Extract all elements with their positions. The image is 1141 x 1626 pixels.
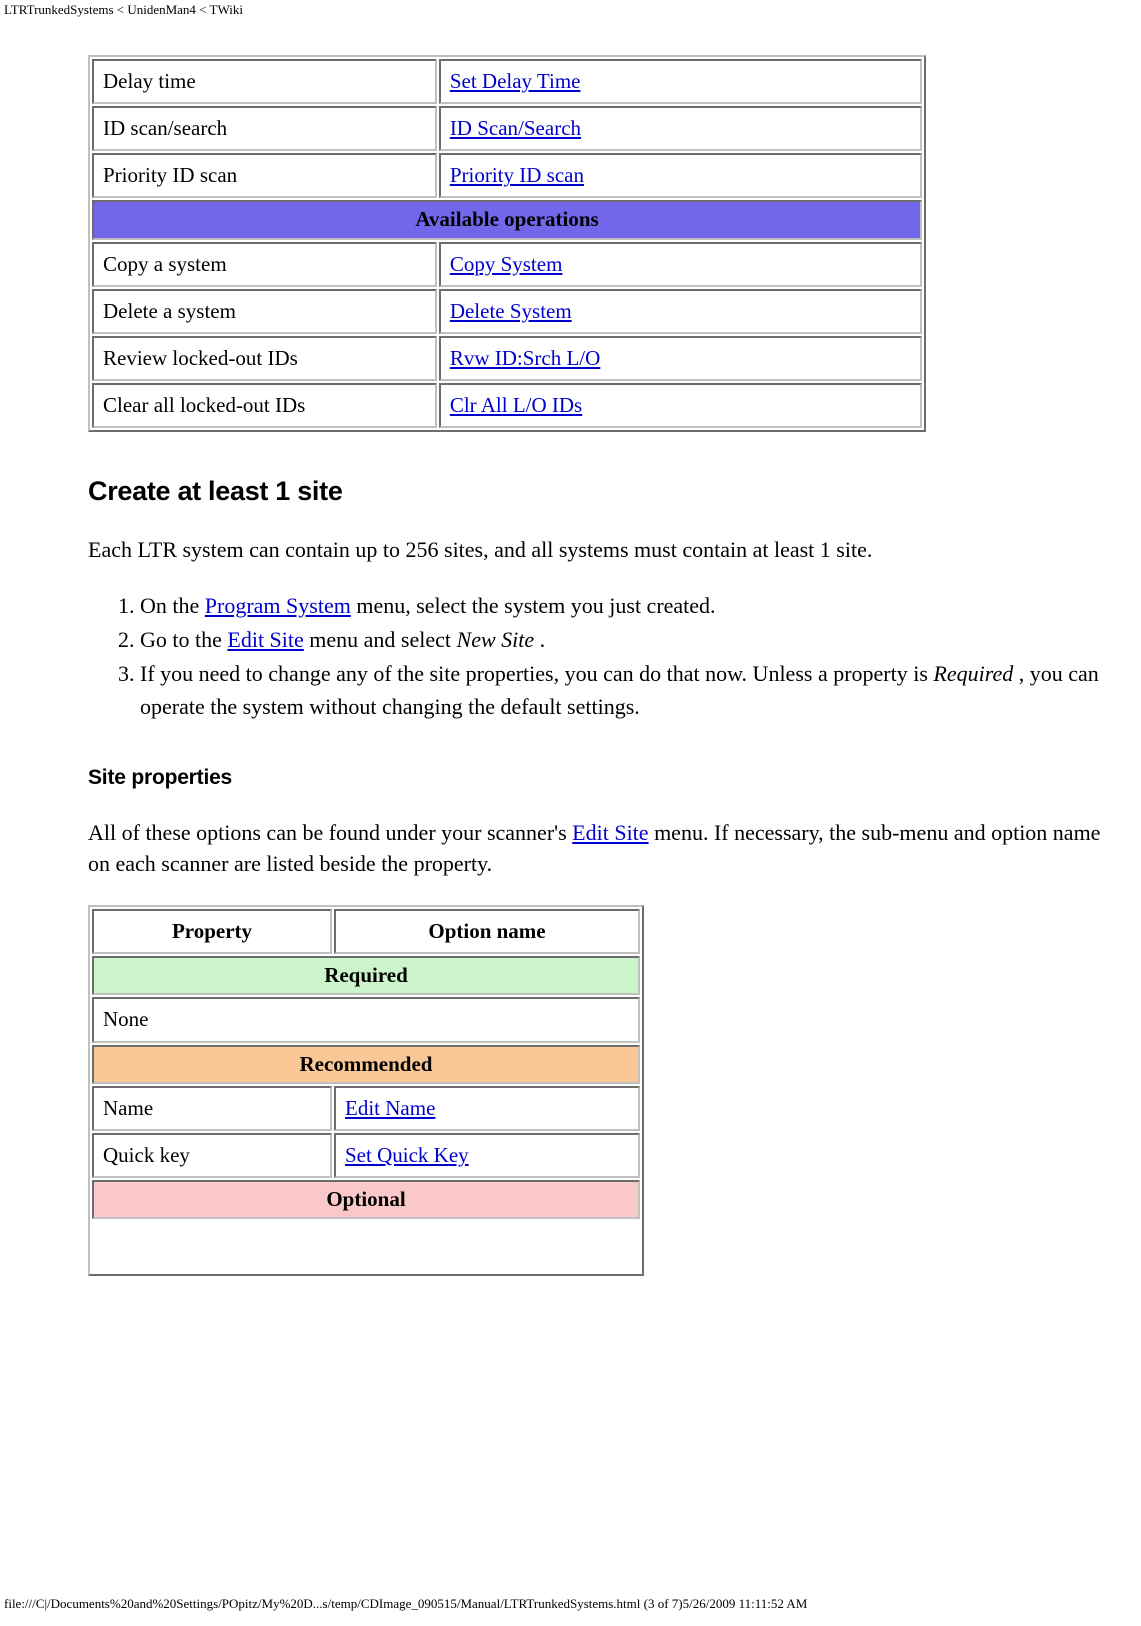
page-title-create-site: Create at least 1 site xyxy=(88,476,343,507)
list-item: On the Program System menu, select the s… xyxy=(140,589,1103,622)
step-text-italic: New Site xyxy=(456,627,535,653)
site-properties-table: Property Option name Required None Recom… xyxy=(88,905,644,1277)
step-text-pre: Go to the xyxy=(140,627,228,653)
option-link[interactable]: Rvw ID:Srch L/O xyxy=(450,346,601,370)
table-row: Review locked-out IDs Rvw ID:Srch L/O xyxy=(92,335,922,381)
table-row: ID scan/search ID Scan/Search xyxy=(92,106,922,152)
option-cell: Rvw ID:Srch L/O xyxy=(438,335,922,381)
table-row: Delay time Set Delay Time xyxy=(92,59,922,105)
option-cell: Set Quick Key xyxy=(334,1132,640,1178)
table-row: None xyxy=(92,997,640,1043)
property-cell: Quick key xyxy=(92,1132,332,1178)
step-text-post: menu and select xyxy=(303,627,457,653)
table-row: Priority ID scan Priority ID scan xyxy=(92,153,922,199)
table-section-row: Available operations xyxy=(92,200,922,240)
option-link[interactable]: Set Quick Key xyxy=(345,1143,469,1167)
intro-text-pre: All of these options can be found under … xyxy=(88,820,573,846)
option-link[interactable]: Delete System xyxy=(450,299,572,323)
property-cell: Review locked-out IDs xyxy=(92,335,437,381)
option-cell: Copy System xyxy=(438,241,922,287)
page-header-breadcrumb: LTRTrunkedSystems < UnidenMan4 < TWiki xyxy=(4,2,243,17)
step-text-pre: If you need to change any of the site pr… xyxy=(140,661,934,687)
step-text-italic: Required xyxy=(933,661,1014,687)
property-cell: ID scan/search xyxy=(92,106,437,152)
property-cell: Copy a system xyxy=(92,241,437,287)
step-text-tail: . xyxy=(534,627,546,653)
option-link[interactable]: Copy System xyxy=(450,252,563,276)
document-content: Delay time Set Delay Time ID scan/search… xyxy=(88,55,1103,1277)
program-system-link[interactable]: Program System xyxy=(205,593,351,618)
create-site-steps: On the Program System menu, select the s… xyxy=(88,589,1103,723)
property-cell: Priority ID scan xyxy=(92,153,437,199)
option-cell: ID Scan/Search xyxy=(438,106,922,152)
table-row: Name Edit Name xyxy=(92,1085,640,1131)
table-row: Clear all locked-out IDs Clr All L/O IDs xyxy=(92,382,922,429)
column-header-option-name: Option name xyxy=(334,909,640,955)
property-cell: Delete a system xyxy=(92,288,437,334)
page-footer-path: file:///C|/Documents%20and%20Settings/PO… xyxy=(4,1596,808,1611)
option-cell: Set Delay Time xyxy=(438,59,922,105)
list-item: Go to the Edit Site menu and select New … xyxy=(140,623,1103,656)
option-link[interactable]: Set Delay Time xyxy=(450,69,581,93)
table-section-row: Optional xyxy=(92,1179,640,1220)
site-properties-intro: All of these options can be found under … xyxy=(88,817,1103,879)
table-row: Delete a system Delete System xyxy=(92,288,922,334)
truncated-row-cell xyxy=(92,1221,640,1272)
option-link[interactable]: Priority ID scan xyxy=(450,163,584,187)
option-link[interactable]: Clr All L/O IDs xyxy=(450,393,582,417)
table-row: Copy a system Copy System xyxy=(92,241,922,287)
table-header-row: Property Option name xyxy=(92,909,640,955)
property-cell: Clear all locked-out IDs xyxy=(92,382,437,429)
option-cell: Priority ID scan xyxy=(438,153,922,199)
edit-site-link[interactable]: Edit Site xyxy=(572,820,648,845)
column-header-property: Property xyxy=(92,909,332,955)
section-header-recommended: Recommended xyxy=(92,1044,640,1084)
page-subtitle-site-properties: Site properties xyxy=(88,766,233,790)
table-row-truncated xyxy=(92,1221,640,1272)
option-cell: Delete System xyxy=(438,288,922,334)
section-header-required: Required xyxy=(92,956,640,996)
step-text-post: menu, select the system you just created… xyxy=(350,593,716,619)
table-row: Quick key Set Quick Key xyxy=(92,1132,640,1178)
property-cell: Delay time xyxy=(92,59,437,105)
section-header-available-operations: Available operations xyxy=(92,200,922,240)
option-cell: Edit Name xyxy=(334,1085,640,1131)
option-link[interactable]: ID Scan/Search xyxy=(450,116,581,140)
section-header-optional: Optional xyxy=(92,1179,640,1220)
system-operations-table: Delay time Set Delay Time ID scan/search… xyxy=(88,55,926,433)
property-cell-none: None xyxy=(92,997,640,1043)
option-link[interactable]: Edit Name xyxy=(345,1096,435,1120)
edit-site-link[interactable]: Edit Site xyxy=(227,627,303,652)
create-site-intro: Each LTR system can contain up to 256 si… xyxy=(88,537,873,563)
table-section-row: Recommended xyxy=(92,1044,640,1084)
property-cell: Name xyxy=(92,1085,332,1131)
step-text-pre: On the xyxy=(140,593,205,619)
list-item: If you need to change any of the site pr… xyxy=(140,657,1103,723)
option-cell: Clr All L/O IDs xyxy=(438,382,922,429)
table-section-row: Required xyxy=(92,956,640,996)
